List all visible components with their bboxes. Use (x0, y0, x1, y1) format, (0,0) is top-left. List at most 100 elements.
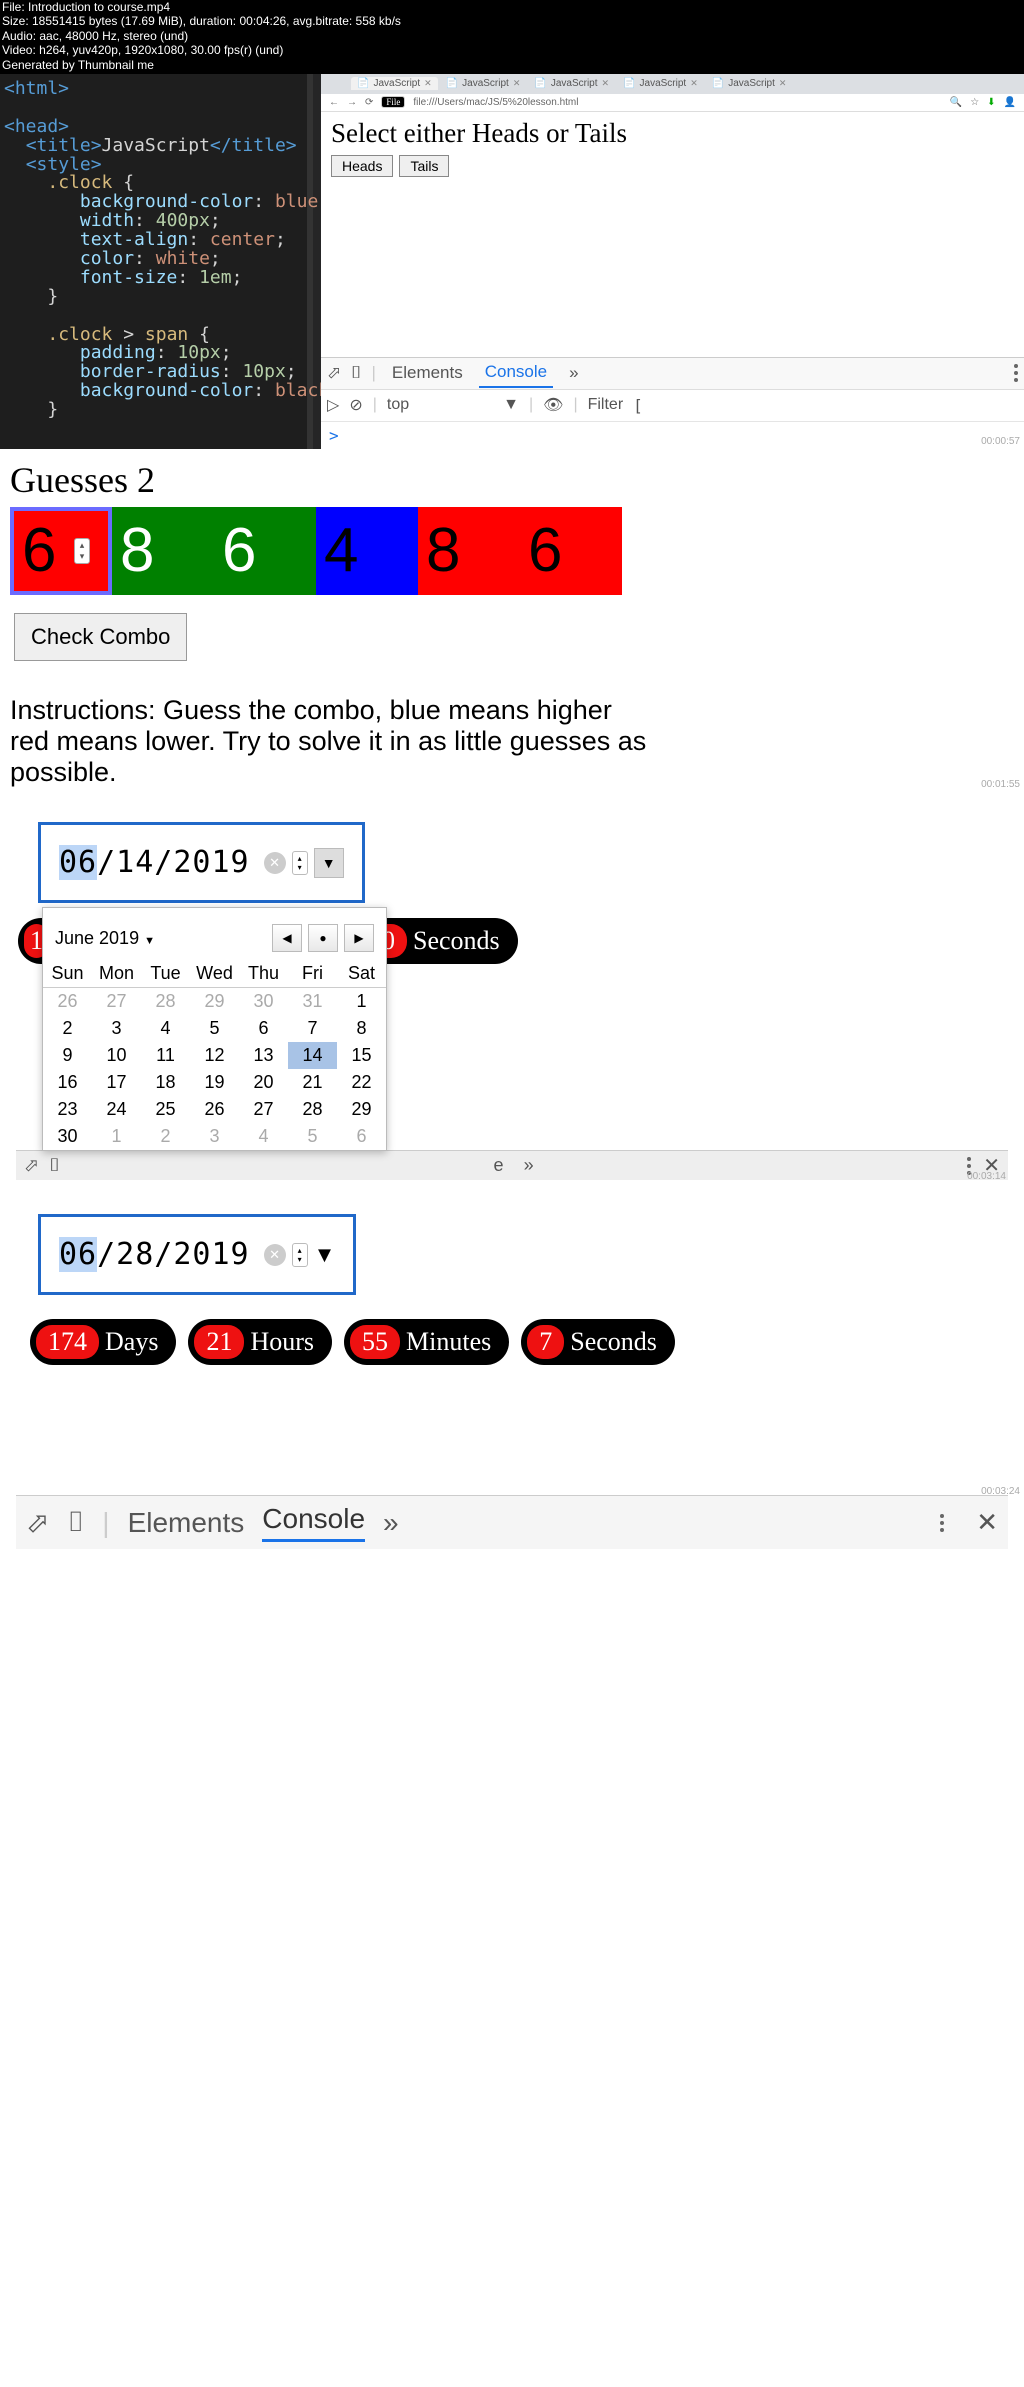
dropdown-icon[interactable]: ▼ (314, 848, 344, 878)
no-icon[interactable]: ⊘ (349, 395, 362, 415)
url-text[interactable]: file:///Users/mac/JS/5%20lesson.html (413, 97, 941, 108)
calendar-day[interactable]: 10 (92, 1042, 141, 1069)
calendar-day[interactable]: 1 (92, 1123, 141, 1150)
calendar-day[interactable]: 18 (141, 1069, 190, 1096)
calendar-day[interactable]: 13 (239, 1042, 288, 1069)
calendar-day[interactable]: 23 (43, 1096, 92, 1123)
browser-tab[interactable]: 📄 JavaScript✕ (351, 77, 438, 90)
calendar-day[interactable]: 30 (43, 1123, 92, 1150)
calendar-day[interactable]: 4 (239, 1123, 288, 1150)
calendar-day[interactable]: 2 (43, 1015, 92, 1042)
combo-cell[interactable]: 6▴▾ (10, 507, 112, 595)
browser-tab[interactable]: 📄 JavaScript✕ (440, 77, 527, 90)
check-combo-button[interactable]: Check Combo (14, 613, 187, 661)
date-input-box[interactable]: 06/14/2019 ✕ ▴▾ ▼ (38, 822, 365, 903)
search-icon[interactable]: 🔍 (950, 97, 962, 108)
chevron-down-icon[interactable]: ▼ (144, 935, 155, 947)
calendar-day[interactable]: 31 (288, 988, 337, 1016)
forward-icon[interactable]: → (347, 97, 357, 108)
devtools-more-tabs[interactable]: » (383, 1507, 399, 1539)
calendar-day[interactable]: 1 (337, 988, 386, 1016)
clear-icon[interactable]: ✕ (264, 852, 286, 874)
calendar-day[interactable]: 19 (190, 1069, 239, 1096)
browser-tab[interactable]: 📄 JavaScript✕ (617, 77, 704, 90)
calendar-day[interactable]: 7 (288, 1015, 337, 1042)
device-icon[interactable]: ⌷ (49, 1155, 60, 1176)
calendar-day[interactable]: 26 (190, 1096, 239, 1123)
calendar-day[interactable]: 26 (43, 988, 92, 1016)
device-icon[interactable]: ⌷ (351, 363, 361, 383)
calendar-day[interactable]: 3 (92, 1015, 141, 1042)
devtools-tab-elements[interactable]: Elements (386, 359, 469, 387)
back-icon[interactable]: ← (329, 97, 339, 108)
tails-button[interactable]: Tails (399, 155, 449, 177)
close-icon[interactable]: ✕ (513, 78, 521, 89)
inspect-icon[interactable]: ⬀ (24, 1155, 39, 1176)
calendar-day[interactable]: 27 (239, 1096, 288, 1123)
spin-icon[interactable]: ▴▾ (74, 538, 90, 564)
close-icon[interactable]: ✕ (976, 1507, 998, 1538)
combo-cell[interactable]: 6 (214, 507, 316, 595)
context-select[interactable]: top (387, 396, 409, 414)
devtools-tab-console[interactable]: Console (479, 358, 553, 388)
star-icon[interactable]: ☆ (970, 97, 979, 108)
prev-month-button[interactable]: ◀ (272, 924, 302, 952)
calendar-day[interactable]: 9 (43, 1042, 92, 1069)
combo-cell[interactable]: 6 (520, 507, 622, 595)
combo-cell[interactable]: 4 (316, 507, 418, 595)
calendar-day[interactable]: 6 (337, 1123, 386, 1150)
calendar-day[interactable]: 22 (337, 1069, 386, 1096)
next-month-button[interactable]: ▶ (344, 924, 374, 952)
calendar-day[interactable]: 12 (190, 1042, 239, 1069)
reload-icon[interactable]: ⟳ (365, 97, 373, 108)
calendar-day[interactable]: 17 (92, 1069, 141, 1096)
inspect-icon[interactable]: ⬀ (327, 363, 341, 383)
calendar-day[interactable]: 28 (141, 988, 190, 1016)
profile-icon[interactable]: 👤 (1004, 97, 1016, 108)
kebab-icon[interactable] (1014, 364, 1018, 382)
chevron-down-icon[interactable]: ▼ (503, 396, 519, 414)
calendar-day[interactable]: 21 (288, 1069, 337, 1096)
calendar-day[interactable]: 5 (190, 1015, 239, 1042)
calendar-day[interactable]: 6 (239, 1015, 288, 1042)
close-icon[interactable]: ✕ (424, 78, 432, 89)
device-icon[interactable]: ⌷ (67, 1506, 84, 1539)
calendar-day[interactable]: 5 (288, 1123, 337, 1150)
extension-icon[interactable]: ⬇ (987, 97, 995, 108)
calendar-day[interactable]: 25 (141, 1096, 190, 1123)
calendar-day[interactable]: 3 (190, 1123, 239, 1150)
code-editor[interactable]: <html> <head> <title>JavaScript</title> … (0, 74, 307, 449)
filter-label[interactable]: Filter (588, 396, 624, 414)
kebab-icon[interactable] (940, 1514, 944, 1532)
spin-icon[interactable]: ▴▾ (292, 1243, 308, 1267)
heads-button[interactable]: Heads (331, 155, 393, 177)
calendar-day[interactable]: 11 (141, 1042, 190, 1069)
devtools-tab-elements[interactable]: Elements (128, 1507, 245, 1539)
browser-tab[interactable]: 📄 JavaScript✕ (706, 77, 793, 90)
calendar-day[interactable]: 30 (239, 988, 288, 1016)
browser-tab[interactable]: 📄 JavaScript✕ (528, 77, 615, 90)
eye-icon[interactable]: 👁 (543, 395, 563, 415)
close-icon[interactable]: ✕ (779, 78, 787, 89)
close-icon[interactable]: ✕ (690, 78, 698, 89)
devtools-more-tabs[interactable]: » (563, 359, 584, 387)
calendar-month-label[interactable]: June 2019 ▼ (55, 928, 155, 949)
devtools-more-tabs[interactable]: » (524, 1155, 534, 1175)
spin-icon[interactable]: ▴▾ (292, 851, 308, 875)
dropdown-icon[interactable]: ▼ (314, 1242, 336, 1268)
inspect-icon[interactable]: ⬀ (26, 1506, 49, 1539)
combo-cell[interactable]: 8 (418, 507, 520, 595)
calendar-day[interactable]: 2 (141, 1123, 190, 1150)
calendar-day[interactable]: 15 (337, 1042, 386, 1069)
close-icon[interactable]: ✕ (602, 78, 610, 89)
console-prompt[interactable]: > (321, 422, 1024, 449)
calendar-day[interactable]: 8 (337, 1015, 386, 1042)
calendar-day[interactable]: 29 (337, 1096, 386, 1123)
play-icon[interactable]: ▷ (327, 395, 339, 415)
calendar-day[interactable]: 16 (43, 1069, 92, 1096)
calendar-day[interactable]: 28 (288, 1096, 337, 1123)
combo-cell[interactable]: 8 (112, 507, 214, 595)
calendar-day[interactable]: 14 (288, 1042, 337, 1069)
today-button[interactable]: ● (308, 924, 338, 952)
devtools-tab-console[interactable]: Console (262, 1503, 365, 1542)
